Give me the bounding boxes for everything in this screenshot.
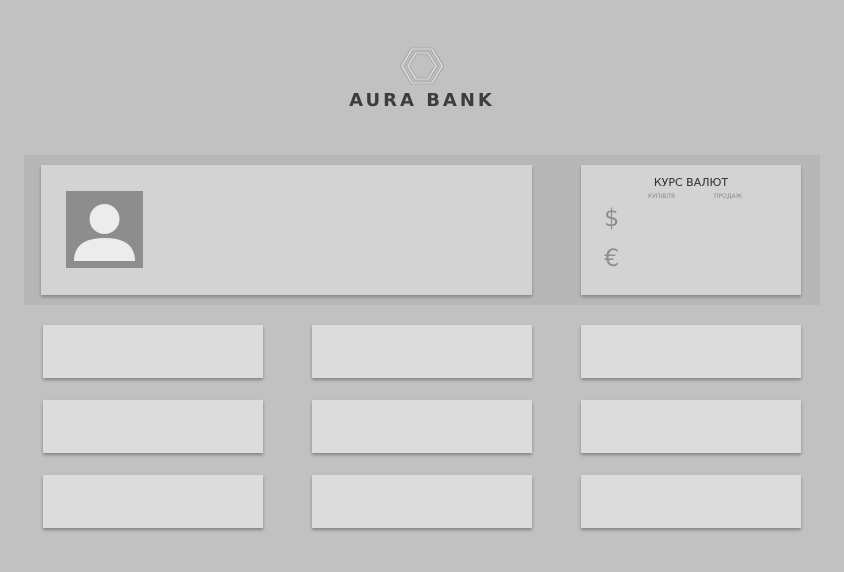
menu-tile-8[interactable] (312, 475, 532, 528)
euro-icon: € (604, 244, 620, 272)
hexagon-logo-icon (399, 47, 445, 85)
menu-tile-6[interactable] (581, 400, 801, 453)
user-avatar-icon[interactable] (66, 191, 143, 268)
bank-logo: AURA BANK (0, 44, 844, 111)
profile-card[interactable] (41, 165, 532, 295)
dollar-icon: $ (604, 204, 620, 232)
menu-tile-7[interactable] (43, 475, 263, 528)
rates-title: КУРС ВАЛЮТ (653, 176, 729, 189)
menu-tile-5[interactable] (312, 400, 532, 453)
brand-name: AURA BANK (349, 90, 495, 111)
exchange-rates-card: КУРС ВАЛЮТ КУПІВЛЯ ПРОДАЖ $ € (581, 165, 801, 295)
menu-tile-4[interactable] (43, 400, 263, 453)
menu-tile-3[interactable] (581, 325, 801, 378)
menu-tile-9[interactable] (581, 475, 801, 528)
rates-col-buy: КУПІВЛЯ (648, 193, 675, 200)
rates-col-sell: ПРОДАЖ (714, 193, 743, 200)
menu-tile-2[interactable] (312, 325, 532, 378)
menu-tile-1[interactable] (43, 325, 263, 378)
